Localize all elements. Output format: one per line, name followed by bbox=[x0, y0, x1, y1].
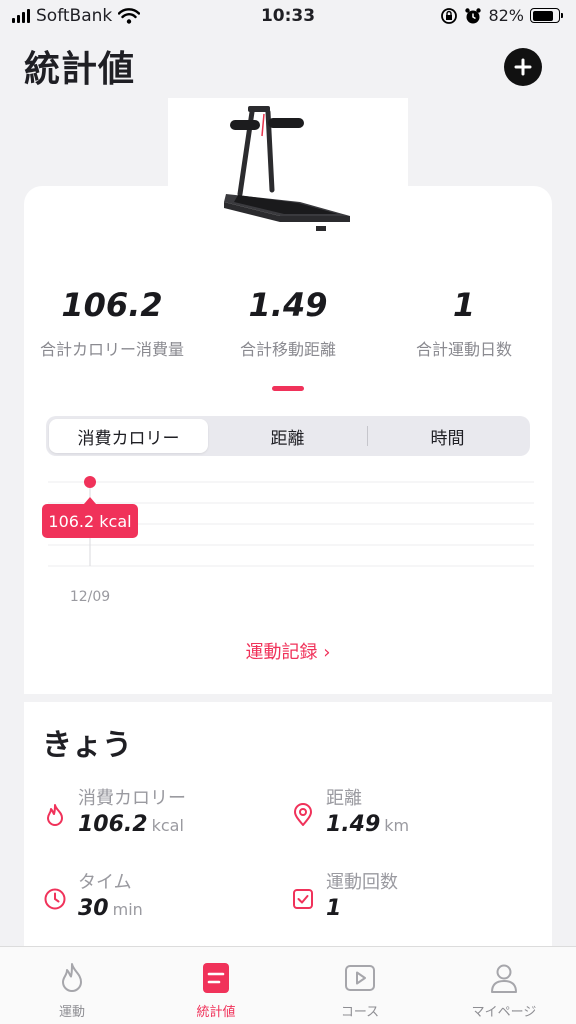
tab-course[interactable]: コース bbox=[288, 947, 432, 1024]
total-calories-value: 106.2 bbox=[61, 286, 163, 324]
status-right: 82% bbox=[440, 6, 563, 25]
today-time-value: 30 bbox=[78, 896, 109, 921]
total-calories-label: 合計カロリー消費量 bbox=[39, 340, 184, 359]
add-button[interactable] bbox=[504, 48, 542, 86]
today-time-unit: min bbox=[112, 900, 143, 919]
play-icon bbox=[345, 965, 375, 991]
checkbox-icon bbox=[293, 889, 313, 909]
today-time-label: タイム bbox=[78, 872, 132, 893]
clock-icon bbox=[44, 888, 66, 910]
tab-workout[interactable]: 運動 bbox=[0, 947, 144, 1024]
today-distance: 距離 1.49 km bbox=[290, 784, 409, 837]
segment-calories[interactable]: 消費カロリー bbox=[49, 419, 208, 453]
tab-mypage[interactable]: マイページ bbox=[432, 947, 576, 1024]
treadmill-illustration bbox=[224, 106, 350, 231]
tab-stats[interactable]: 統計値 bbox=[144, 947, 288, 1024]
segment-distance[interactable]: 距離 bbox=[208, 419, 367, 453]
today-count: 運動回数 1 bbox=[290, 868, 398, 921]
flame-icon bbox=[62, 963, 82, 992]
today-calories-label: 消費カロリー bbox=[78, 788, 186, 809]
today-count-value: 1 bbox=[326, 896, 342, 921]
segment-time[interactable]: 時間 bbox=[368, 419, 527, 453]
flame-icon bbox=[47, 804, 63, 826]
status-bar: SoftBank 10:33 82% bbox=[0, 0, 576, 32]
total-days-value: 1 bbox=[452, 286, 476, 324]
today-distance-label: 距離 bbox=[326, 788, 362, 809]
total-distance-value: 1.49 bbox=[248, 286, 328, 324]
stats-icon bbox=[203, 963, 229, 993]
alarm-icon bbox=[465, 7, 482, 23]
x-tick-label: 12/09 bbox=[70, 589, 110, 604]
battery-fill bbox=[532, 10, 553, 21]
treadmill-image bbox=[168, 98, 408, 258]
plus-icon bbox=[514, 58, 532, 76]
today-card: きょう 消費カロリー 106.2 kcal 距離 1.49 km タイム 30 min… bbox=[24, 702, 552, 952]
calories-chart: 106.2 kcal 12/09 bbox=[42, 476, 534, 604]
battery-percent: 82% bbox=[488, 6, 524, 25]
today-calories-unit: kcal bbox=[151, 816, 184, 835]
data-label: 106.2 kcal bbox=[48, 512, 131, 531]
tab-bar: 運動 統計値 コース マイページ bbox=[0, 946, 576, 1024]
person-icon bbox=[491, 964, 517, 993]
orientation-lock-icon bbox=[441, 7, 458, 24]
battery-icon bbox=[530, 8, 563, 23]
totals-row: 106.2 合計カロリー消費量 1.49 合計移動距離 1 合計運動日数 bbox=[24, 286, 552, 360]
data-label-pointer bbox=[84, 497, 96, 504]
total-days: 1 合計運動日数 bbox=[376, 286, 552, 360]
page-indicator bbox=[272, 386, 304, 391]
today-distance-value: 1.49 bbox=[326, 812, 381, 837]
metric-segmented-control: 消費カロリー 距離 時間 bbox=[46, 416, 530, 456]
total-distance-label: 合計移動距離 bbox=[239, 340, 336, 359]
tab-mypage-label: マイページ bbox=[471, 1005, 537, 1020]
tab-workout-label: 運動 bbox=[58, 1005, 85, 1020]
today-calories: 消費カロリー 106.2 kcal bbox=[42, 784, 186, 837]
workout-history-link[interactable]: 運動記録 › bbox=[24, 638, 552, 664]
totals-card: 106.2 合計カロリー消費量 1.49 合計移動距離 1 合計運動日数 消費カ… bbox=[24, 186, 552, 694]
total-days-label: 合計運動日数 bbox=[415, 340, 512, 359]
today-title: きょう bbox=[42, 728, 132, 763]
page-title: 統計値 bbox=[24, 49, 136, 90]
total-distance: 1.49 合計移動距離 bbox=[200, 286, 376, 360]
location-pin-icon bbox=[294, 803, 312, 826]
today-time: タイム 30 min bbox=[42, 868, 143, 921]
tab-stats-label: 統計値 bbox=[196, 1005, 236, 1020]
today-count-label: 運動回数 bbox=[326, 872, 398, 893]
data-point bbox=[84, 476, 96, 488]
tab-course-label: コース bbox=[340, 1005, 380, 1020]
today-calories-value: 106.2 bbox=[78, 812, 148, 837]
total-calories: 106.2 合計カロリー消費量 bbox=[24, 286, 200, 360]
today-distance-unit: km bbox=[384, 816, 410, 835]
